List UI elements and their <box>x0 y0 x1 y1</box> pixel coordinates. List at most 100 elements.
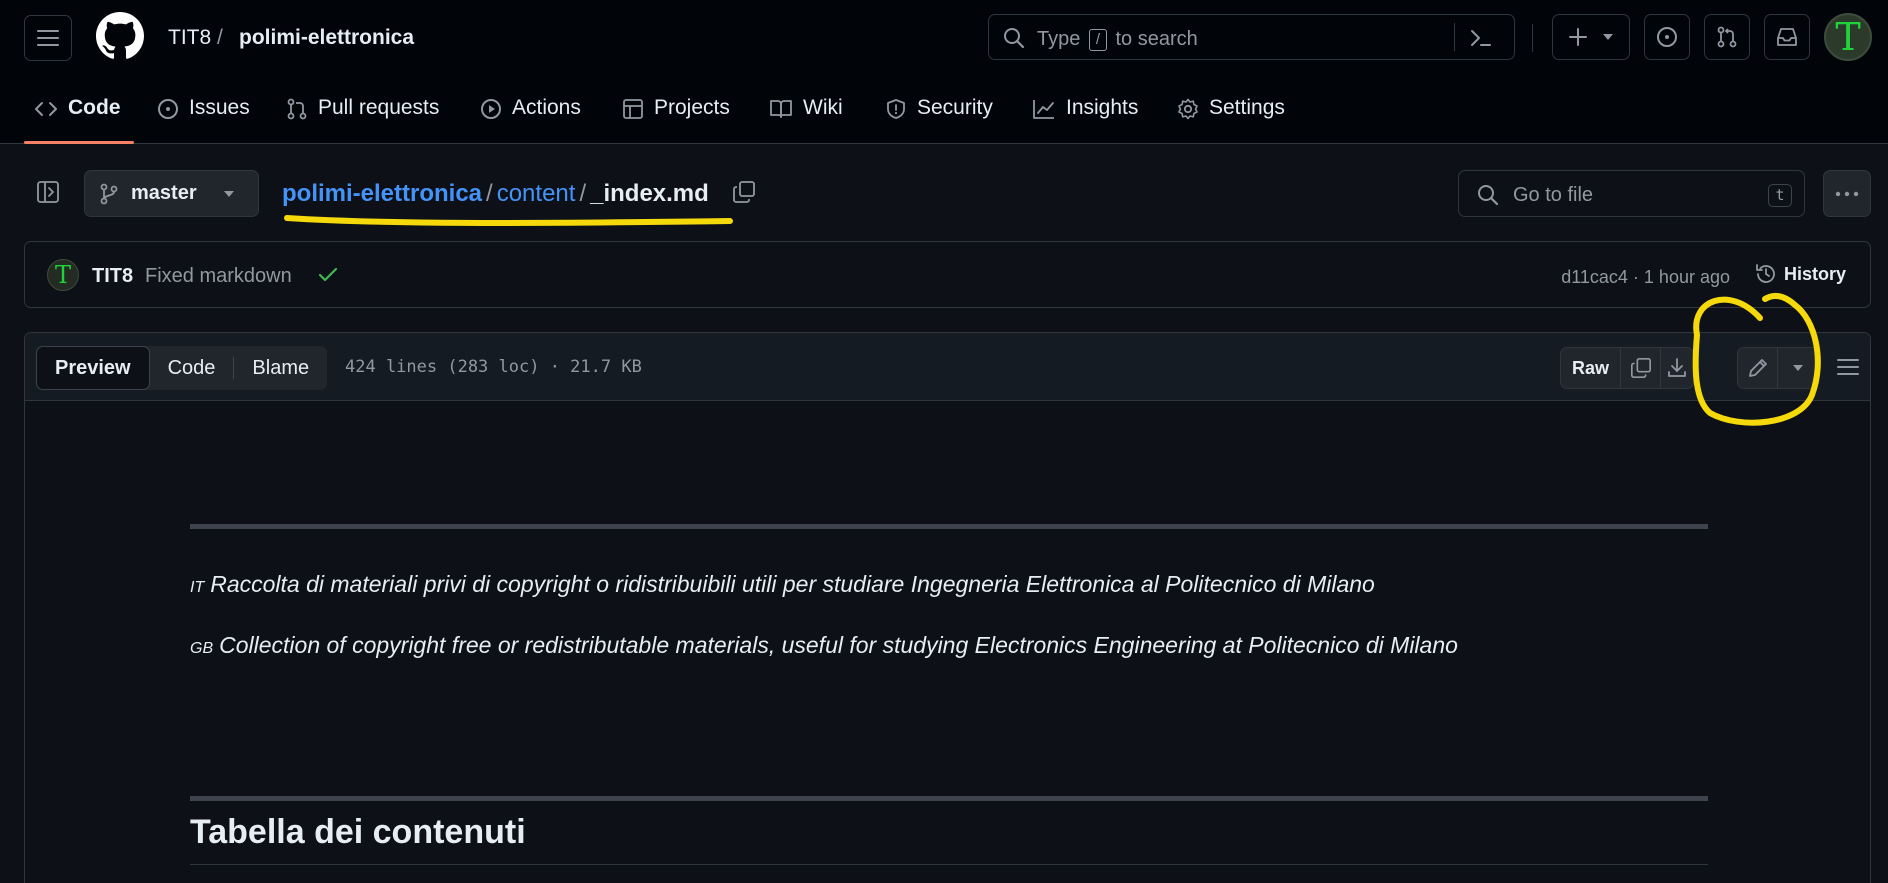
tab-code-label: Code <box>68 96 121 119</box>
user-avatar[interactable]: T <box>1824 13 1872 61</box>
history-button[interactable]: History <box>1754 262 1846 286</box>
git-pull-request-icon <box>287 98 307 120</box>
branch-name: master <box>131 182 197 204</box>
copy-path-button[interactable] <box>732 180 756 204</box>
tab-settings[interactable]: Settings <box>1177 86 1285 144</box>
italy-flag-icon: IT <box>190 579 205 596</box>
markdown-italian-line: IT Raccolta di materiali privi di copyrig… <box>190 571 1375 598</box>
search-icon <box>1478 185 1499 206</box>
hamburger-icon <box>37 30 59 46</box>
markdown-english-line: GB Collection of copyright free or redist… <box>190 632 1458 659</box>
tab-issues[interactable]: Issues <box>157 86 250 144</box>
go-to-file-input[interactable]: Go to file t <box>1458 170 1805 217</box>
edit-file-group <box>1737 347 1819 389</box>
header-divider <box>1532 24 1533 52</box>
history-icon <box>1756 264 1775 283</box>
markdown-heading: Tabella dei contenuti <box>190 813 526 851</box>
download-icon <box>1668 358 1686 377</box>
horizontal-rule <box>190 524 1708 529</box>
hamburger-menu-button[interactable] <box>24 15 72 61</box>
tab-settings-label: Settings <box>1209 96 1285 119</box>
triangle-down-icon <box>1603 34 1613 40</box>
code-icon <box>35 102 57 116</box>
download-button[interactable] <box>1661 348 1693 388</box>
search-divider <box>1454 23 1455 51</box>
commit-hash-time[interactable]: d11cac4 · 1 hour ago <box>1561 267 1730 288</box>
active-tab-indicator <box>24 141 134 144</box>
file-breadcrumb: polimi-elettronica / content / _index.md <box>282 180 709 208</box>
copy-icon <box>1630 358 1651 378</box>
command-palette-icon[interactable] <box>1469 27 1493 49</box>
table-icon <box>623 99 643 119</box>
sidebar-toggle-button[interactable] <box>36 180 60 204</box>
breadcrumb-separator: / <box>486 180 493 207</box>
tab-wiki[interactable]: Wiki <box>769 86 843 144</box>
slash-key: / <box>1088 29 1107 51</box>
your-pull-requests-button[interactable] <box>1704 14 1750 60</box>
edit-file-button[interactable] <box>1738 348 1778 388</box>
play-icon <box>481 99 501 119</box>
history-label: History <box>1783 263 1846 284</box>
code-tab[interactable]: Code <box>150 346 234 390</box>
english-description: Collection of copyright free or redistri… <box>219 632 1458 658</box>
tab-projects[interactable]: Projects <box>622 86 730 144</box>
kebab-horizontal-icon <box>1835 191 1859 196</box>
tab-pull-requests[interactable]: Pull requests <box>286 86 439 144</box>
owner-link[interactable]: TIT8 <box>168 26 211 50</box>
file-toolbar: Preview Code Blame 424 lines (283 loc) ·… <box>25 333 1870 401</box>
blame-tab[interactable]: Blame <box>234 346 327 390</box>
check-icon[interactable] <box>317 265 339 285</box>
gear-icon <box>1178 98 1198 120</box>
file-meta: 424 lines (283 loc) · 21.7 KB <box>345 357 642 377</box>
sidebar-expand-icon <box>37 181 59 203</box>
global-search-input[interactable]: Type / to search <box>988 14 1515 60</box>
github-logo-icon[interactable] <box>96 12 144 60</box>
inbox-button[interactable] <box>1764 14 1810 60</box>
commit-author[interactable]: TIT8 <box>92 265 133 288</box>
latest-commit-box: T TIT8 Fixed markdown d11cac4 · 1 hour a… <box>24 241 1871 308</box>
preview-tab[interactable]: Preview <box>36 346 150 390</box>
branch-selector-button[interactable]: master <box>84 170 259 217</box>
your-issues-button[interactable] <box>1644 14 1690 60</box>
tab-security[interactable]: Security <box>885 86 993 144</box>
create-new-button[interactable] <box>1552 14 1630 60</box>
graph-icon <box>1033 100 1054 119</box>
git-pull-request-icon <box>1717 26 1737 48</box>
tab-wiki-label: Wiki <box>803 96 843 119</box>
file-actions-group: Raw <box>1560 347 1694 389</box>
breadcrumb-separator: / <box>217 26 223 49</box>
heading-underline <box>190 864 1708 865</box>
view-mode-segmented-control: Preview Code Blame <box>36 346 328 390</box>
tab-projects-label: Projects <box>654 96 730 119</box>
breadcrumb-repo-link[interactable]: polimi-elettronica <box>282 180 482 207</box>
tab-code[interactable]: Code <box>34 86 121 144</box>
tab-actions[interactable]: Actions <box>480 86 581 144</box>
shortcut-key: t <box>1768 184 1792 207</box>
tab-insights[interactable]: Insights <box>1032 86 1138 144</box>
commit-author-avatar[interactable]: T <box>47 259 79 291</box>
issue-opened-icon <box>158 99 178 119</box>
search-icon <box>1004 28 1025 49</box>
book-icon <box>770 100 792 118</box>
triangle-down-icon <box>223 190 234 197</box>
outline-button[interactable] <box>1837 358 1859 376</box>
uk-flag-icon: GB <box>190 640 214 657</box>
raw-button[interactable]: Raw <box>1561 348 1621 388</box>
current-file-name: _index.md <box>590 180 709 207</box>
issue-opened-icon <box>1657 27 1677 47</box>
more-options-button[interactable] <box>1823 170 1871 217</box>
horizontal-rule <box>190 796 1708 801</box>
tab-pull-requests-label: Pull requests <box>318 96 440 119</box>
pencil-icon <box>1748 359 1767 377</box>
file-viewer: Preview Code Blame 424 lines (283 loc) ·… <box>24 332 1871 883</box>
commit-message[interactable]: Fixed markdown <box>145 265 292 288</box>
list-unordered-icon <box>1837 359 1859 375</box>
breadcrumb-separator: / <box>579 180 587 207</box>
annotation-underline <box>284 215 733 226</box>
shield-icon <box>887 99 905 119</box>
edit-dropdown-button[interactable] <box>1778 348 1818 388</box>
repo-link[interactable]: polimi-elettronica <box>239 26 414 50</box>
copy-raw-button[interactable] <box>1621 348 1661 388</box>
italian-description: Raccolta di materiali privi di copyright… <box>210 571 1375 597</box>
breadcrumb-content-link[interactable]: content <box>497 180 576 207</box>
